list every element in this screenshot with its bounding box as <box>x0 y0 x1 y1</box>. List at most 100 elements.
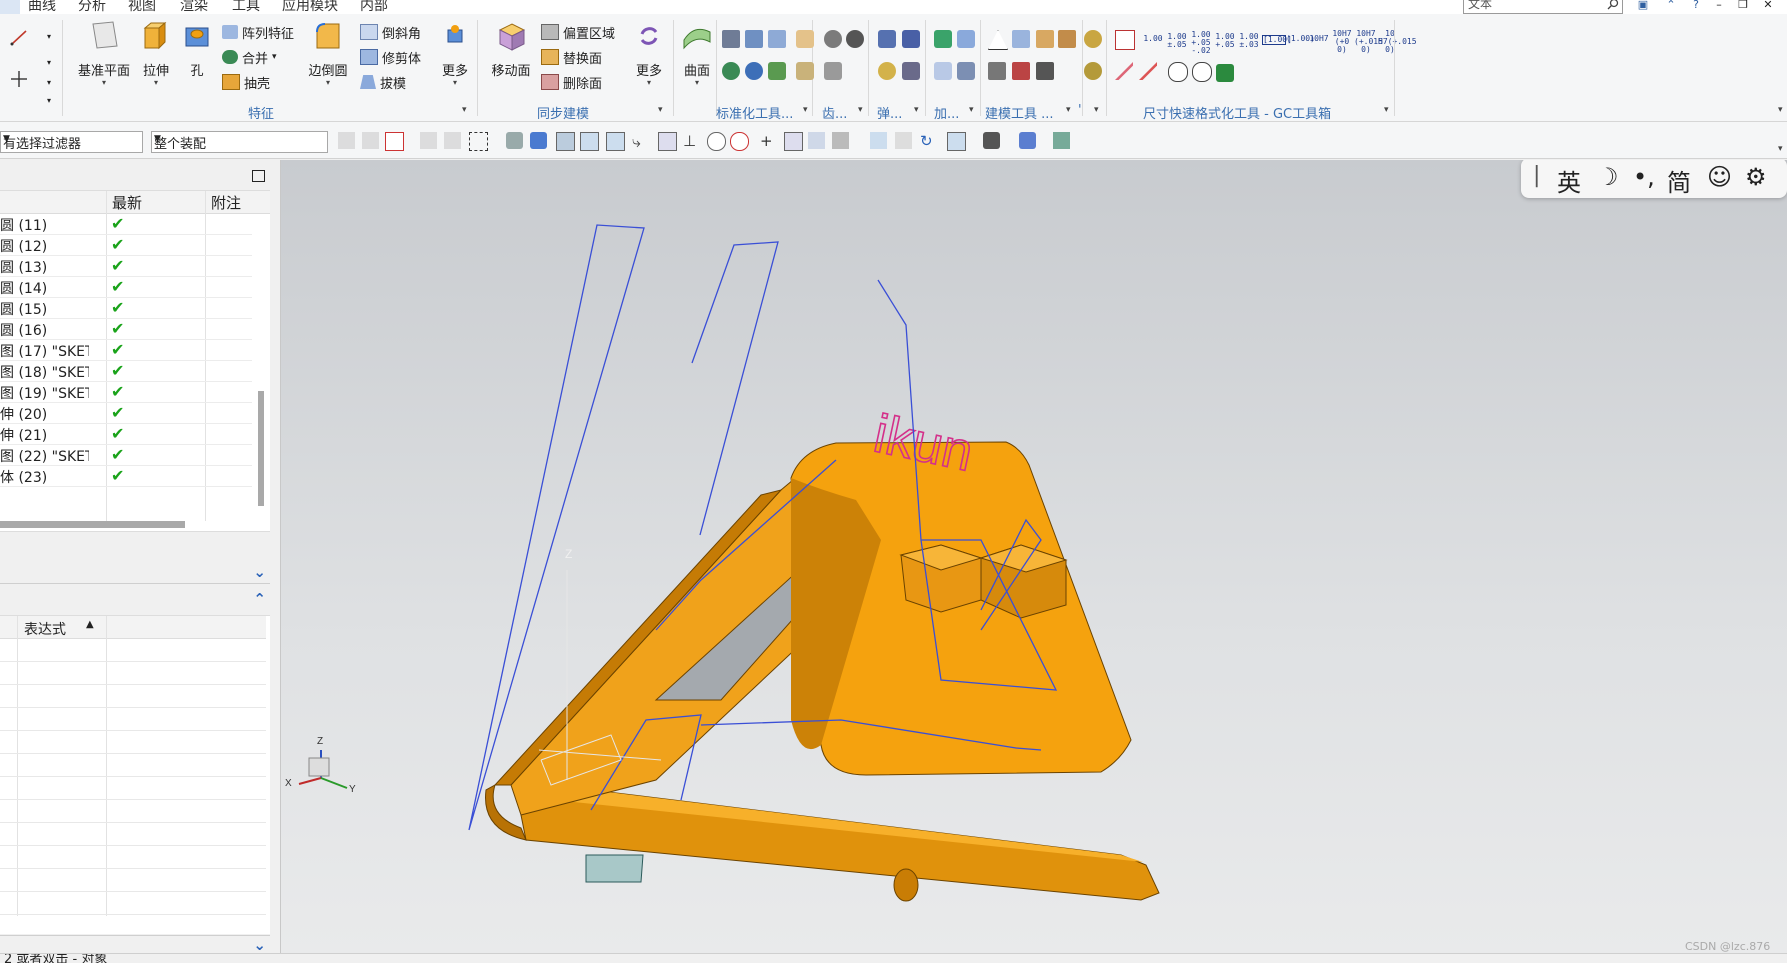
offset-region-button[interactable]: 偏置区域 <box>541 22 615 42</box>
toolbar-options-icon[interactable]: ▾ <box>1778 144 1783 154</box>
machining-tool-icon[interactable] <box>934 62 952 80</box>
comment-column-header[interactable]: 附注 <box>206 191 270 214</box>
selection-scope-select[interactable]: 整个装配 ▼ <box>151 131 328 153</box>
ime-drag-handle-icon[interactable]: | <box>1533 163 1540 188</box>
file-tab-highlight[interactable] <box>0 0 20 14</box>
ime-simplified-button[interactable]: 简 <box>1667 163 1691 198</box>
delete-face-button[interactable]: 删除面 <box>541 72 602 92</box>
line-icon[interactable] <box>10 28 28 46</box>
tree-row[interactable]: 实体 (23) ✔ <box>0 466 252 487</box>
snap-icon[interactable] <box>420 132 437 149</box>
snap-point-on-curve-icon[interactable]: + <box>760 132 777 150</box>
type-filter-select[interactable]: 有选择过滤器 ▼ <box>0 131 143 153</box>
machining-tool-icon[interactable] <box>934 30 952 48</box>
modeling-tool-icon[interactable] <box>988 62 1006 80</box>
window-icon[interactable]: ▣ <box>1637 0 1649 10</box>
section-icon[interactable] <box>1053 132 1070 149</box>
menu-tab-tools[interactable]: 工具 <box>232 0 260 14</box>
body-select-icon[interactable] <box>506 132 523 149</box>
render-style-icon[interactable] <box>983 132 1000 149</box>
sketch-expand-icon[interactable]: ▾ <box>47 78 51 87</box>
machining-tool-icon[interactable] <box>957 62 975 80</box>
menu-tab-analysis[interactable]: 分析 <box>78 0 106 14</box>
tree-row[interactable]: 草图 (17) "SKET... ✔ <box>0 340 252 361</box>
gear-tool-icon[interactable] <box>824 30 842 48</box>
tree-row[interactable]: 倒圆 (16) ✔ <box>0 319 252 340</box>
dim-format-5[interactable]: 1.00 ±.03 <box>1238 33 1260 49</box>
draft-button[interactable]: 拔模 <box>360 72 406 92</box>
chevron-down-icon[interactable]: ⌄ <box>253 936 266 954</box>
snap-misc-icon[interactable] <box>832 132 849 149</box>
minimize-ribbon-icon[interactable]: ⌃ <box>1665 0 1677 10</box>
gear-tool-icon[interactable] <box>824 62 842 80</box>
name-column-header[interactable] <box>0 191 106 214</box>
ime-emoji-icon[interactable]: ☺ <box>1707 163 1732 191</box>
dim-format-3[interactable]: 1.00 +.05 -.02 <box>1190 31 1212 55</box>
view-triad[interactable]: Z X Y <box>285 736 356 795</box>
sort-ascending-icon[interactable]: ▲ <box>86 619 94 630</box>
sketch-group-arrow-icon[interactable]: ▾ <box>47 96 51 105</box>
sketch-tools-dropdown-icon[interactable]: ▾ <box>47 32 51 41</box>
modeling-tool-icon[interactable] <box>1036 30 1054 48</box>
select-box-icon[interactable] <box>385 132 404 151</box>
command-search-input[interactable]: 文本 <box>1463 0 1623 14</box>
vertical-scrollbar[interactable] <box>258 391 264 506</box>
menu-tab-view[interactable]: 视图 <box>128 0 156 14</box>
chamfer-button[interactable]: 倒斜角 <box>360 22 421 42</box>
machining-tools-dropdown-icon[interactable]: ▾ <box>969 105 974 115</box>
snap-curve-icon[interactable]: ⤷ <box>632 132 649 151</box>
filter-icon[interactable] <box>362 132 379 149</box>
chevron-up-icon[interactable]: ⌃ <box>253 590 266 608</box>
diameter-icon[interactable] <box>1192 62 1212 82</box>
view-fit-icon[interactable] <box>895 132 912 149</box>
edge-blend-button[interactable]: 边倒圆 ▾ <box>306 20 350 87</box>
gc-toolbox-dropdown-icon[interactable]: ▾ <box>1384 105 1389 115</box>
move-face-button[interactable]: 移动面 <box>486 20 536 79</box>
shell-button[interactable]: 抽壳 <box>222 72 270 92</box>
standard-tool-icon[interactable] <box>745 30 763 48</box>
tree-row[interactable]: 倒圆 (13) ✔ <box>0 256 252 277</box>
sketch-more-dropdown-icon[interactable]: ▾ <box>47 58 51 67</box>
horizontal-scrollbar[interactable] <box>0 521 185 528</box>
rectangle-select-icon[interactable] <box>469 132 488 151</box>
modeling-tool-icon[interactable] <box>1058 30 1076 48</box>
snap-quadrant-icon[interactable] <box>730 132 749 151</box>
help-icon[interactable]: ? <box>1690 0 1702 10</box>
datum-plane-button[interactable]: 基准平面 ▾ <box>68 20 140 87</box>
gear-tool-icon[interactable] <box>846 30 864 48</box>
filter-icon[interactable] <box>338 132 355 149</box>
standard-tool-icon[interactable] <box>722 62 740 80</box>
details-panel-header[interactable]: ⌃ <box>0 590 270 612</box>
surface-button[interactable]: 曲面 ▾ <box>677 20 717 87</box>
extrude-button[interactable]: 拉伸 ▾ <box>136 20 176 87</box>
menu-tab-applications[interactable]: 应用模块 <box>282 0 338 14</box>
dim-format-1[interactable]: 1.00 <box>1142 35 1164 43</box>
standard-tool-icon[interactable] <box>768 62 786 80</box>
tree-row[interactable]: 拉伸 (20) ✔ <box>0 403 252 424</box>
misc-tool-icon[interactable] <box>1084 62 1102 80</box>
spring-tool-icon[interactable] <box>878 62 896 80</box>
snap-point-icon[interactable] <box>556 132 575 151</box>
restore-window-icon[interactable]: ❐ <box>1737 0 1749 10</box>
gear-tool-icon[interactable] <box>796 30 814 48</box>
rotate-icon[interactable]: ↻ <box>920 132 937 150</box>
ime-moon-icon[interactable]: ☽ <box>1597 163 1619 191</box>
ime-settings-icon[interactable]: ⚙ <box>1745 163 1767 191</box>
extra-tools-dropdown-icon[interactable]: ▾ <box>1094 105 1099 115</box>
standard-tool-icon[interactable] <box>768 30 786 48</box>
dim-format-9[interactable]: 10H7 (+0 0) <box>1330 30 1354 54</box>
menu-tab-render[interactable]: 渲染 <box>180 0 208 14</box>
display-icon[interactable] <box>1019 132 1036 149</box>
sync-more-button[interactable]: 更多 ▾ <box>629 20 669 87</box>
tree-row[interactable]: 倒圆 (12) ✔ <box>0 235 252 256</box>
pattern-feature-button[interactable]: 阵列特征 <box>222 22 294 42</box>
triangle-tool-icon[interactable] <box>988 30 1008 50</box>
tree-row[interactable]: 倒圆 (15) ✔ <box>0 298 252 319</box>
point-icon[interactable] <box>10 70 28 88</box>
modeling-tool-icon[interactable] <box>1012 30 1030 48</box>
menu-tab-internal[interactable]: 内部 <box>360 0 388 14</box>
snap-bounded-icon[interactable] <box>808 132 825 149</box>
gear-tools-dropdown-icon[interactable]: ▾ <box>858 105 863 115</box>
standard-tools-dropdown-icon[interactable]: ▾ <box>803 105 808 115</box>
feature-more-button[interactable]: 更多 ▾ <box>438 20 472 87</box>
